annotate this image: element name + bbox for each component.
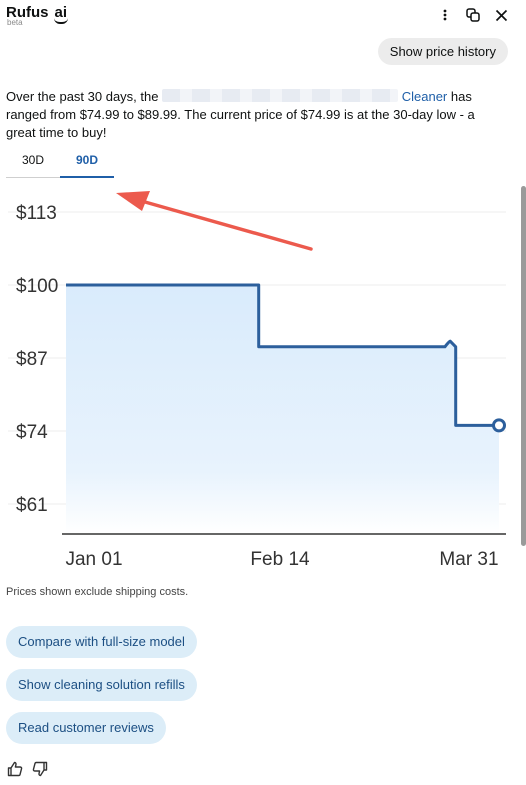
- thumbs-down-icon: [32, 761, 47, 776]
- tab-90d[interactable]: 90D: [60, 148, 114, 178]
- tab-30d[interactable]: 30D: [6, 148, 60, 177]
- y-tick-label: $100: [16, 276, 58, 297]
- y-tick-label: $87: [16, 349, 48, 370]
- beta-label: beta: [7, 18, 23, 27]
- current-price-point[interactable]: [492, 418, 506, 433]
- product-link[interactable]: Cleaner: [402, 89, 448, 104]
- x-tick-label: Feb 14: [250, 549, 310, 570]
- y-tick-label: $74: [16, 422, 48, 443]
- popout-icon: [466, 8, 480, 22]
- close-icon: [495, 9, 507, 21]
- assistant-message: Over the past 30 days, the Cleaner has r…: [6, 88, 496, 142]
- price-area-fill: [66, 285, 499, 534]
- more-vertical-icon: [443, 9, 447, 21]
- shipping-note: Prices shown exclude shipping costs.: [6, 586, 189, 598]
- suggestion-compare-model[interactable]: Compare with full-size model: [6, 626, 197, 658]
- thumbs-up-button[interactable]: [6, 760, 23, 777]
- feedback-bar: [6, 760, 48, 777]
- thumbs-down-button[interactable]: [31, 760, 48, 777]
- x-tick-label: Mar 31: [439, 549, 498, 570]
- price-history-chart: $113 $100 $87 $74 $61 Jan 01 Feb 14 Mar 31: [8, 191, 506, 570]
- annotation-arrow: [116, 191, 313, 251]
- thumbs-up-icon: [7, 761, 22, 776]
- suggestion-customer-reviews[interactable]: Read customer reviews: [6, 712, 166, 744]
- header: Rufus ai beta: [0, 0, 526, 34]
- show-price-history-chip[interactable]: Show price history: [377, 38, 508, 65]
- range-tabs: 30D 90D: [6, 148, 114, 178]
- close-button[interactable]: [490, 4, 512, 26]
- message-intro: Over the past 30 days, the: [6, 89, 159, 104]
- x-tick-label: Jan 01: [65, 549, 122, 570]
- y-tick-label: $113: [16, 203, 57, 224]
- y-tick-label: $61: [16, 495, 48, 516]
- more-options-button[interactable]: [434, 4, 456, 26]
- redacted-product-name: [162, 89, 399, 102]
- popout-button[interactable]: [462, 4, 484, 26]
- ai-badge: ai: [53, 4, 68, 24]
- suggestion-cleaning-refills[interactable]: Show cleaning solution refills: [6, 669, 197, 701]
